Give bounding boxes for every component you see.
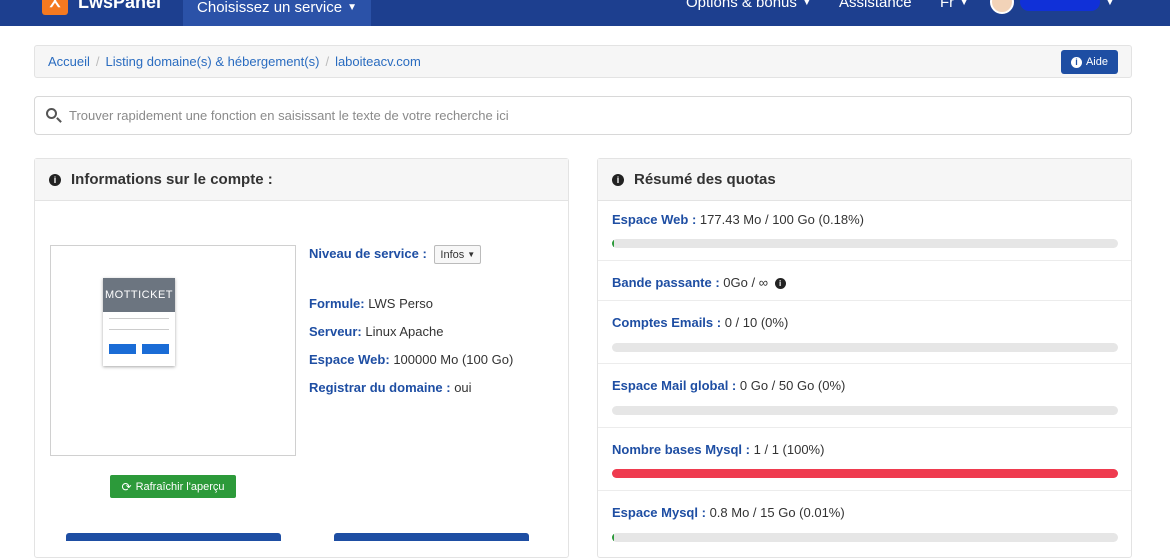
lws-logo-icon: ⅄ xyxy=(42,0,68,15)
quota-label: Comptes Emails : xyxy=(612,315,722,330)
caret-down-icon: ▼ xyxy=(801,0,812,8)
info-icon: i xyxy=(1070,56,1082,68)
quota-progress-bar xyxy=(612,469,1118,478)
language-label: Fr xyxy=(940,0,955,11)
quota-label: Espace Mysql : xyxy=(612,505,706,520)
service-level-label: Niveau de service : xyxy=(309,245,427,261)
quota-label: Bande passante : xyxy=(612,275,720,290)
quota-value: 0Go / ∞ xyxy=(723,275,768,290)
espace-web-value: 100000 Mo (100 Go) xyxy=(393,352,514,367)
service-level-row: Niveau de service : Infos ▼ xyxy=(309,245,482,264)
quota-espace-mysql: Espace Mysql : 0.8 Mo / 15 Go (0.01%) xyxy=(598,491,1131,557)
options-label: Options & bonus xyxy=(686,0,797,11)
help-label: Aide xyxy=(1085,56,1108,68)
quota-value: 0 / 10 (0%) xyxy=(724,315,789,330)
quota-bases-mysql: Nombre bases Mysql : 1 / 1 (100%) xyxy=(598,428,1131,491)
registrar-row: Registrar du domaine : oui xyxy=(309,380,472,395)
brand[interactable]: ⅄ LwsPanel xyxy=(42,0,161,16)
panel-title: Informations sur le compte : xyxy=(71,171,273,188)
info-icon: i xyxy=(612,173,624,186)
avatar xyxy=(990,0,1014,14)
refresh-icon: ⟳ xyxy=(121,479,132,494)
breadcrumb-domain[interactable]: laboiteacv.com xyxy=(335,54,421,69)
breadcrumb-separator: / xyxy=(95,54,100,69)
quota-comptes-emails: Comptes Emails : 0 / 10 (0%) xyxy=(598,301,1131,364)
breadcrumb-listing[interactable]: Listing domaine(s) & hébergement(s) xyxy=(106,54,320,69)
quota-progress-bar xyxy=(612,533,1118,542)
espace-web-label: Espace Web: xyxy=(309,352,390,367)
quota-progress-fill xyxy=(612,239,614,248)
refresh-label: Rafraîchir l'aperçu xyxy=(135,480,225,493)
search-box xyxy=(34,96,1132,135)
site-preview: MOTTICKET xyxy=(50,245,296,456)
quota-summary-panel: i Résumé des quotas Espace Web : 177.43 … xyxy=(597,158,1132,558)
espace-web-row: Espace Web: 100000 Mo (100 Go) xyxy=(309,352,513,367)
panel-title: Résumé des quotas xyxy=(634,171,776,188)
quota-progress-bar xyxy=(612,406,1118,415)
quota-value: 177.43 Mo / 100 Go (0.18%) xyxy=(699,212,864,227)
language-menu[interactable]: Fr ▼ xyxy=(940,0,969,16)
quota-value: 1 / 1 (100%) xyxy=(753,442,825,457)
quota-progress-bar xyxy=(612,239,1118,248)
info-icon[interactable]: i xyxy=(774,278,786,290)
formule-value: LWS Perso xyxy=(368,296,434,311)
panel-header: i Informations sur le compte : xyxy=(35,159,568,201)
breadcrumb-bar: Accueil / Listing domaine(s) & hébergeme… xyxy=(34,45,1132,78)
assistance-link[interactable]: Assistance xyxy=(839,0,912,16)
quota-value: 0.8 Mo / 15 Go (0.01%) xyxy=(709,505,845,520)
infos-dropdown-label: Infos xyxy=(440,248,465,261)
service-menu-button[interactable]: Choisissez un service ▼ xyxy=(183,0,371,26)
account-info-panel: i Informations sur le compte : MOTTICKET… xyxy=(34,158,569,558)
breadcrumb: Accueil / Listing domaine(s) & hébergeme… xyxy=(48,54,421,69)
quota-label: Nombre bases Mysql : xyxy=(612,442,750,457)
quota-label: Espace Web : xyxy=(612,212,697,227)
caret-down-icon: ▼ xyxy=(467,250,476,259)
quota-label: Espace Mail global : xyxy=(612,378,737,393)
registrar-label: Registrar du domaine : xyxy=(309,380,451,395)
search-input[interactable] xyxy=(69,108,969,123)
assistance-label: Assistance xyxy=(839,0,912,11)
breadcrumb-home[interactable]: Accueil xyxy=(48,54,90,69)
breadcrumb-separator: / xyxy=(325,54,330,69)
search-icon xyxy=(45,107,63,125)
thumbnail-header: MOTTICKET xyxy=(103,278,175,312)
quota-bande-passante: Bande passante : 0Go / ∞ i xyxy=(598,261,1131,301)
quota-progress-bar xyxy=(612,343,1118,352)
serveur-value: Linux Apache xyxy=(365,324,444,339)
caret-down-icon: ▼ xyxy=(959,0,970,8)
service-menu-label: Choisissez un service xyxy=(197,0,343,16)
registrar-value: oui xyxy=(454,380,472,395)
formule-row: Formule: LWS Perso xyxy=(309,296,433,311)
quota-progress-fill xyxy=(612,533,614,542)
formule-label: Formule: xyxy=(309,296,365,311)
refresh-preview-button[interactable]: ⟳ Rafraîchir l'aperçu xyxy=(110,475,236,498)
top-navbar: ⅄ LwsPanel Choisissez un service ▼ Optio… xyxy=(0,0,1170,26)
quota-value: 0 Go / 50 Go (0%) xyxy=(739,378,846,393)
quota-espace-web: Espace Web : 177.43 Mo / 100 Go (0.18%) xyxy=(598,201,1131,261)
quota-espace-mail: Espace Mail global : 0 Go / 50 Go (0%) xyxy=(598,364,1131,428)
infos-dropdown[interactable]: Infos ▼ xyxy=(434,245,482,264)
serveur-label: Serveur: xyxy=(309,324,362,339)
serveur-row: Serveur: Linux Apache xyxy=(309,324,443,339)
quota-progress-fill xyxy=(612,469,1118,478)
caret-down-icon: ▼ xyxy=(347,1,357,13)
options-menu[interactable]: Options & bonus ▼ xyxy=(686,0,812,16)
user-name-redacted xyxy=(1020,0,1100,11)
brand-name: LwsPanel xyxy=(78,0,162,12)
user-menu[interactable]: ▼ xyxy=(990,0,1115,16)
panel-header: i Résumé des quotas xyxy=(598,159,1131,201)
caret-down-icon: ▼ xyxy=(1105,0,1115,8)
help-button[interactable]: i Aide xyxy=(1060,50,1118,74)
action-button[interactable] xyxy=(66,533,281,541)
action-button[interactable] xyxy=(334,533,529,541)
site-thumbnail: MOTTICKET xyxy=(103,278,175,366)
info-icon: i xyxy=(49,173,61,186)
